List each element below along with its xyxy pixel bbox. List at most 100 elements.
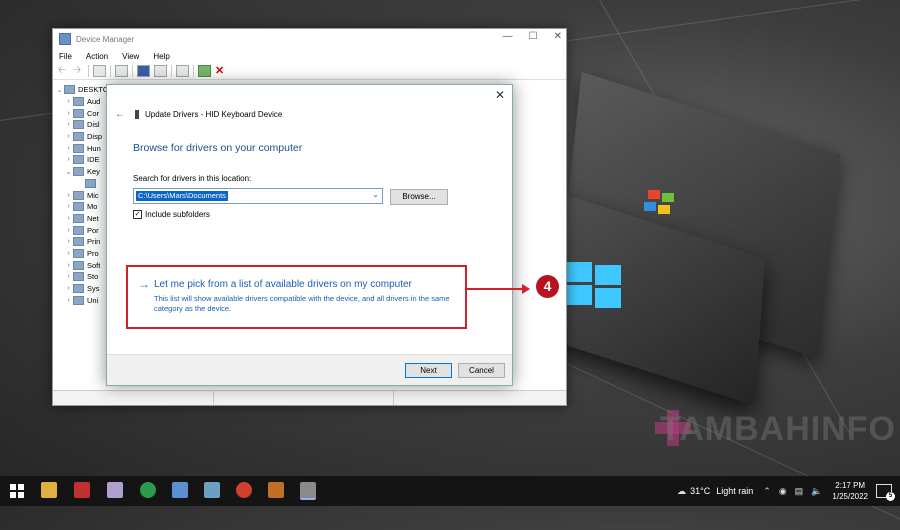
tree-item[interactable]: › Sys [55,283,111,295]
chevron-right-icon[interactable]: › [64,98,73,105]
chevron-down-icon[interactable]: ⌄ [372,190,379,199]
uninstall-icon[interactable]: ✕ [215,66,226,77]
update-driver-icon[interactable] [198,65,211,77]
pick-from-list-option[interactable]: → Let me pick from a list of available d… [126,265,467,329]
tree-item-label: Cor [87,108,100,118]
chevron-up-icon[interactable]: ⌃ [763,486,771,497]
chevron-right-icon[interactable]: › [64,262,73,269]
properties-icon[interactable] [93,65,106,77]
tree-item[interactable]: › Pro [55,248,111,260]
volume-icon[interactable]: 🔈 [811,486,822,497]
tree-item-label: Disl [87,120,100,130]
tree-item[interactable]: › Disl [55,119,111,131]
dialog-header: ← Update Drivers - HID Keyboard Device [115,109,282,120]
app-tray-icon[interactable]: ◉ [779,486,787,497]
tree-item-label: IDE [87,155,100,165]
tree-item-label: Prin [87,237,101,247]
path-value[interactable]: C:\Users\Mars\Documents [136,191,228,201]
maximize-icon[interactable]: ☐ [529,31,538,42]
tree-item[interactable]: › Soft [55,259,111,271]
chevron-right-icon[interactable]: › [64,156,73,163]
annotation-line [466,288,526,290]
chrome-canary-icon[interactable] [236,482,252,498]
chevron-down-icon[interactable]: ⌄ [64,168,73,176]
printer-icon [73,237,84,247]
file-explorer-icon[interactable] [41,482,57,498]
chevron-right-icon[interactable]: › [64,227,73,234]
chevron-right-icon[interactable]: › [64,110,73,117]
chevron-right-icon[interactable]: › [64,192,73,199]
tree-item-label: Aud [87,97,101,107]
app-icon[interactable] [172,482,188,498]
menu-action[interactable]: Action [86,52,108,61]
tree-item[interactable] [55,178,111,190]
checkmark-icon[interactable]: ✓ [133,210,142,219]
close-icon[interactable]: ✕ [554,31,562,42]
app-icon[interactable] [74,482,90,498]
chevron-right-icon[interactable]: › [64,238,73,245]
tree-item-label: Key [87,167,100,177]
computer-icon [73,108,84,118]
tree-item[interactable]: › Cor [55,107,111,119]
chevron-right-icon[interactable]: › [64,215,73,222]
chevron-right-icon[interactable]: › [64,297,73,304]
close-icon[interactable]: ✕ [495,88,505,102]
audio-icon [73,97,84,107]
scan-hardware-icon[interactable] [176,65,189,77]
cloud-rain-icon[interactable]: ☁ [677,486,686,497]
tree-item-label: Uni [87,295,99,305]
chevron-right-icon[interactable]: › [64,121,73,128]
tree-item[interactable]: › Net [55,213,111,225]
tree-item[interactable]: › Mic [55,189,111,201]
notification-icon[interactable]: 5 [876,484,895,501]
taskbar: ☁ 31°C Light rain ⌃ ◉ ▤ 🔈 2:17 PM 1/25/2… [0,476,900,506]
chevron-down-icon[interactable]: ⌄ [55,86,64,94]
weather-desc[interactable]: Light rain [716,486,753,496]
back-arrow-icon[interactable]: 🡠 [58,66,69,76]
clock[interactable]: 2:17 PM 1/25/2022 [832,480,868,502]
chevron-right-icon[interactable]: › [64,203,73,210]
toolbar-separator [132,65,133,77]
tree-item[interactable]: › Sto [55,271,111,283]
app-icon[interactable] [107,482,123,498]
device-manager-taskbar-icon[interactable] [300,482,316,500]
menu-help[interactable]: Help [153,52,169,61]
path-combobox[interactable]: C:\Users\Mars\Documents ⌄ [133,188,383,204]
network-icon[interactable]: ▤ [795,486,804,497]
tree-item[interactable]: › Mo [55,201,111,213]
window-title: Device Manager [76,34,135,44]
app-icon[interactable] [268,482,284,498]
minimize-icon[interactable]: — [503,31,513,42]
back-arrow-icon[interactable]: ← [115,109,125,120]
chevron-right-icon[interactable]: › [64,250,73,257]
browse-button[interactable]: Browse... [390,189,448,205]
tree-item[interactable]: › Por [55,224,111,236]
weather-temp[interactable]: 31°C [690,486,710,496]
tree-item[interactable]: › Uni [55,294,111,306]
tree-item[interactable]: › Aud [55,96,111,108]
menu-file[interactable]: File [59,52,72,61]
include-subfolders-checkbox[interactable]: ✓ Include subfolders [133,210,210,219]
tree-item[interactable]: › Prin [55,236,111,248]
windows-start-icon[interactable] [10,484,24,498]
menu-view[interactable]: View [122,52,139,61]
tree-item[interactable]: › Hun [55,142,111,154]
keyboard-icon [73,167,84,177]
tree-item[interactable]: › Disp [55,131,111,143]
tree-root[interactable]: ⌄ DESKTO [55,84,111,96]
chrome-icon[interactable] [140,482,156,498]
list-icon[interactable] [115,65,128,77]
tree-item[interactable]: ⌄ Key [55,166,111,178]
chevron-right-icon[interactable]: › [64,273,73,280]
help-icon[interactable] [137,65,150,77]
view-icon[interactable] [154,65,167,77]
app-icon[interactable] [204,482,220,498]
pick-from-list-title[interactable]: Let me pick from a list of available dri… [154,279,412,290]
forward-arrow-icon[interactable]: 🡢 [73,66,84,76]
cancel-button[interactable]: Cancel [458,363,505,378]
chevron-right-icon[interactable]: › [64,133,73,140]
chevron-right-icon[interactable]: › [64,285,73,292]
chevron-right-icon[interactable]: › [64,145,73,152]
next-button[interactable]: Next [405,363,452,378]
tree-item[interactable]: › IDE [55,154,111,166]
